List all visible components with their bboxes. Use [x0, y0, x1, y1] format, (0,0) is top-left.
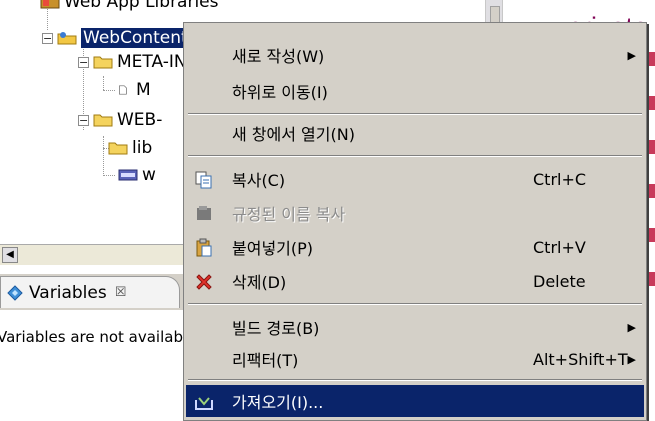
menu-item-label: 하위로 이동(I): [232, 83, 328, 102]
menu-separator: [188, 379, 642, 381]
menu-separator: [188, 303, 642, 305]
web-folder-icon: [57, 32, 77, 45]
tree-guide-line: [103, 136, 104, 176]
file-icon: [119, 85, 127, 95]
collapse-icon[interactable]: −: [78, 56, 89, 68]
menu-item-label: 새로 작성(W): [232, 47, 325, 66]
error-marker: [649, 228, 655, 242]
empty-message: Variables are not available: [0, 328, 197, 346]
menu-item-label: 규정된 이름 복사: [232, 205, 346, 224]
menu-separator: [188, 113, 642, 115]
import-icon: [195, 397, 213, 410]
submenu-arrow-icon: ▶: [627, 48, 636, 62]
tree-item-lib[interactable]: lib: [108, 136, 152, 160]
close-icon[interactable]: ☒: [115, 285, 127, 300]
error-marker: [649, 272, 655, 286]
menu-item-label: 붙여넣기(P): [232, 239, 314, 258]
tree-item-label: w: [142, 165, 156, 185]
tree-item-meta-inf[interactable]: − META-INF: [78, 50, 196, 74]
menu-item-label: 리팩터(T): [232, 351, 299, 370]
tree-guide-line: [103, 76, 104, 90]
folder-icon: [93, 114, 113, 127]
tree-item-manifest[interactable]: M: [118, 78, 151, 102]
menu-item-shortcut: Ctrl+V: [533, 237, 586, 257]
scroll-left-icon[interactable]: ◀: [2, 247, 18, 263]
menu-item-shortcut: Alt+Shift+T: [533, 349, 628, 369]
menu-item-new[interactable]: 새로 작성(W) ▶: [186, 39, 644, 71]
copy-qualified-name-icon: [197, 206, 211, 220]
menu-item-import[interactable]: 가져오기(I)...: [186, 385, 644, 417]
copy-icon: [195, 171, 212, 189]
tree-item-label: lib: [132, 138, 153, 158]
tab-variables[interactable]: Variables ☒: [0, 276, 180, 308]
menu-item-copy[interactable]: 복사(C) Ctrl+C: [186, 163, 644, 195]
tree-item-label: WEB-: [117, 110, 163, 130]
paste-icon: [196, 238, 212, 257]
menu-item-label: 새 창에서 열기(N): [232, 125, 355, 144]
tree-item-label: Web App Libraries: [64, 0, 219, 12]
tree-guide-line: [103, 175, 115, 176]
variables-view-header: Variables ☒: [0, 274, 190, 310]
submenu-arrow-icon: ▶: [627, 320, 636, 334]
tree-item-webcontent[interactable]: − WebContent: [42, 26, 190, 50]
context-menu: 새로 작성(W) ▶ 하위로 이동(I) 새 창에서 열기(N) 복사(C) C…: [183, 22, 647, 421]
variables-view-body: Variables are not available: [0, 310, 196, 421]
menu-item-build-path[interactable]: 빌드 경로(B) ▶: [186, 311, 644, 343]
menu-item-paste[interactable]: 붙여넣기(P) Ctrl+V: [186, 231, 644, 263]
variables-icon: [7, 284, 23, 301]
tree-item-web-app-libraries[interactable]: Web App Libraries: [40, 0, 219, 14]
menu-item-open-in-new-window[interactable]: 새 창에서 열기(N): [186, 117, 644, 149]
tree-guide-line: [103, 90, 115, 91]
error-marker: [649, 52, 655, 66]
collapse-icon[interactable]: −: [78, 114, 89, 126]
tree-item-label: WebContent: [81, 28, 190, 48]
folder-icon: [108, 142, 128, 155]
menu-item-go-into[interactable]: 하위로 이동(I): [186, 75, 644, 107]
menu-item-label: 빌드 경로(B): [232, 319, 320, 338]
menu-item-refactor[interactable]: 리팩터(T) Alt+Shift+T ▶: [186, 343, 644, 375]
library-icon: [40, 0, 60, 9]
error-marker: [649, 184, 655, 198]
horizontal-scrollbar[interactable]: ◀: [0, 244, 190, 265]
menu-item-label: 가져오기(I)...: [232, 393, 324, 412]
submenu-arrow-icon: ▶: [627, 352, 636, 366]
menu-item-shortcut: Ctrl+C: [533, 169, 587, 189]
error-marker: [649, 96, 655, 110]
error-marker: [649, 140, 655, 154]
menu-separator: [188, 155, 642, 157]
folder-icon: [93, 56, 113, 69]
tree-item-label: M: [136, 80, 151, 100]
menu-item-label: 삭제(D): [232, 273, 287, 292]
tab-label: Variables: [29, 282, 107, 303]
menu-item-delete[interactable]: 삭제(D) Delete: [186, 265, 644, 297]
tree-item-web-xml[interactable]: w: [118, 163, 156, 187]
xml-file-icon: [118, 169, 138, 181]
delete-icon: [196, 274, 212, 290]
menu-item-label: 복사(C): [232, 171, 286, 190]
collapse-icon[interactable]: −: [42, 32, 53, 44]
menu-item-shortcut: Delete: [533, 271, 586, 291]
menu-item-copy-qualified-name: 규정된 이름 복사: [186, 197, 644, 229]
tree-item-web-inf[interactable]: − WEB-: [78, 108, 162, 132]
